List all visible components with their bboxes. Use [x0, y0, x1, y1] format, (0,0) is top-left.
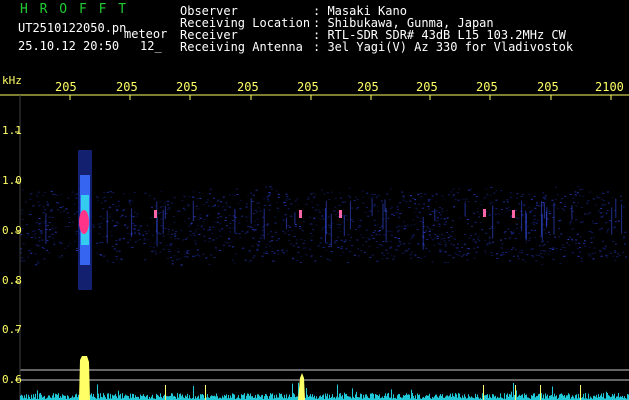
- noise-streak: [611, 207, 613, 235]
- time-tick-label: 205: [297, 80, 319, 94]
- file-name: UT2510122050.pn: [18, 21, 127, 35]
- echo-spot: [512, 210, 515, 218]
- noise-streak: [234, 208, 236, 233]
- y-tick-label: 0.6: [2, 373, 22, 386]
- spectrogram-plot: [0, 94, 629, 400]
- noise-streak: [464, 202, 466, 216]
- echo-spot: [483, 209, 486, 217]
- time-tick-label: 205: [416, 80, 438, 94]
- noise-streak: [371, 198, 373, 217]
- y-tick-label: 1.0: [2, 174, 22, 187]
- noise-streak: [492, 205, 494, 239]
- noise-streak: [343, 215, 345, 237]
- level-peak-minor: [205, 385, 206, 400]
- noise-streak: [131, 208, 133, 237]
- noise-streak: [521, 200, 523, 232]
- noise-streak: [543, 203, 545, 219]
- time-tick-label: 205: [55, 80, 77, 94]
- noise-streak: [294, 212, 296, 224]
- noise-streak: [615, 198, 617, 218]
- noise-streak: [330, 213, 332, 247]
- echo-spot: [154, 210, 157, 218]
- noise-streak: [621, 204, 623, 234]
- noise-streak: [525, 213, 527, 241]
- noise-streak: [156, 216, 158, 247]
- noise-streak: [192, 201, 194, 221]
- time-tick-label: 205: [357, 80, 379, 94]
- y-tick-label: 0.8: [2, 274, 22, 287]
- y-tick-label: 0.9: [2, 224, 22, 237]
- time-tick-label: 205: [476, 80, 498, 94]
- noise-streak: [541, 201, 542, 236]
- level-peak-minor: [483, 385, 484, 400]
- axis-unit-label: kHz: [2, 74, 22, 87]
- level-peak-secondary: [298, 373, 305, 400]
- antenna-value: : 3el Yagi(V) Az 330 for Vladivostok: [313, 40, 574, 54]
- level-peak-main: [79, 356, 90, 400]
- meteor-echo-core: [79, 210, 89, 234]
- noise-streak: [106, 210, 108, 244]
- noise-streak: [162, 209, 164, 234]
- date-time: 25.10.12 20:50: [18, 39, 120, 53]
- noise-streak: [385, 208, 387, 243]
- noise-streak: [553, 202, 555, 235]
- noise-streak: [164, 205, 166, 219]
- app-title: H R O F F T: [20, 2, 129, 17]
- level-peak-minor: [540, 385, 541, 400]
- noise-streak: [285, 217, 287, 230]
- time-tick-label: 205: [116, 80, 138, 94]
- noise-streak: [45, 213, 47, 244]
- noise-streak: [571, 205, 573, 220]
- antenna-label: Receiving Antenna: [180, 40, 303, 54]
- time-tick-label: 205: [237, 80, 259, 94]
- noise-streak: [422, 216, 424, 250]
- y-tick-label: 0.7: [2, 323, 22, 336]
- noise-streak: [434, 209, 436, 221]
- level-peak-minor: [515, 385, 516, 400]
- noise-streak: [382, 203, 384, 230]
- noise-streak: [384, 199, 386, 212]
- noise-streak: [349, 200, 351, 230]
- noise-streak: [263, 208, 265, 240]
- time-tick-label: 205: [537, 80, 559, 94]
- y-tick-label: 1.1: [2, 124, 22, 137]
- echo-spot: [339, 210, 342, 218]
- count-value: 12_: [140, 39, 162, 53]
- noise-streak: [325, 200, 327, 235]
- noise-streak: [250, 198, 252, 224]
- noise-streak: [545, 211, 547, 228]
- time-tick-label: 205: [176, 80, 198, 94]
- level-peak-minor: [165, 385, 166, 400]
- echo-spot: [299, 210, 302, 218]
- level-peak-minor: [580, 385, 581, 400]
- time-tick-label: 2100: [595, 80, 624, 94]
